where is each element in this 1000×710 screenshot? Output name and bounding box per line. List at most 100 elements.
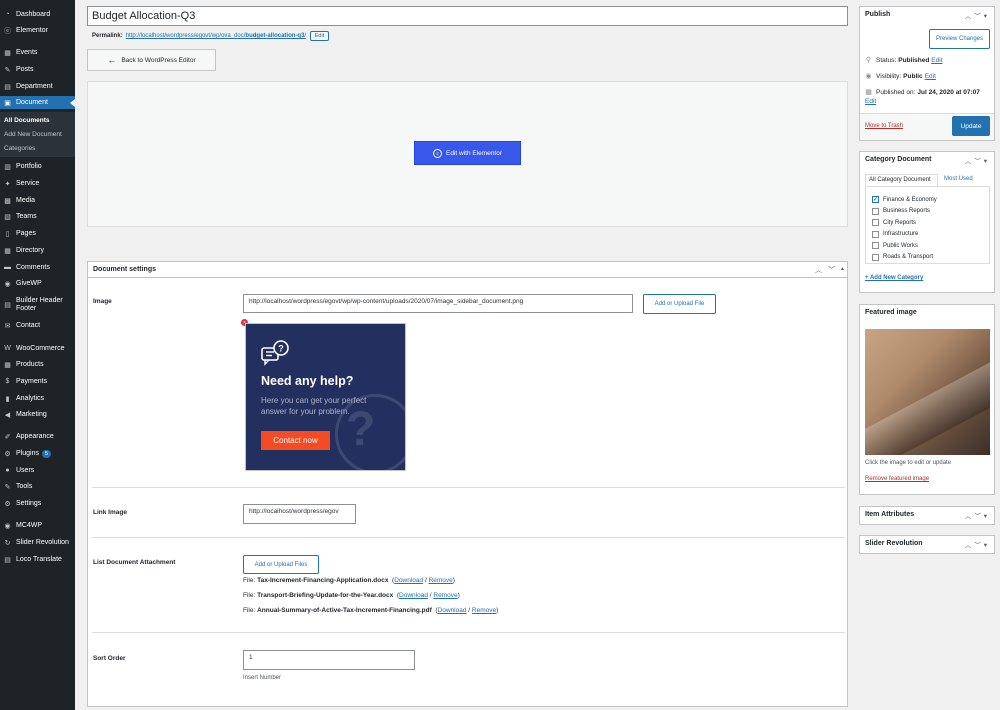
sidebar-item-settings[interactable]: ⚙ Settings [0,497,75,510]
preview-changes-button[interactable]: Preview Changes [929,29,990,49]
box-toggle-arrows-icon[interactable]: ︿﹀▾ [965,539,990,549]
sidebar-item-service[interactable]: ✦ Service [0,177,75,190]
box-toggle-arrows-icon[interactable]: ︿﹀▾ [965,510,990,520]
caret-up-icon[interactable]: ▲ [840,266,845,272]
sidebar-item-marketing[interactable]: ◀ Marketing [0,408,75,421]
marketing-icon: ◀ [4,411,11,419]
link-image-input[interactable]: http://localhost/wordpress/egov [243,504,356,524]
help-subtitle: Here you can get your perfect answer for… [261,396,367,416]
sidebar-item-comments[interactable]: ▬ Comments [0,261,75,274]
chevron-down-icon[interactable]: ﹀ [828,265,835,275]
sidebar-item-teams[interactable]: ▧ Teams [0,210,75,223]
edit-with-elementor-button[interactable]: ≡ Edit with Elementor [414,141,521,165]
download-link[interactable]: Download [394,577,423,584]
box-toggle-arrows-icon[interactable]: ︿﹀▾ [965,10,990,20]
submenu-categories[interactable]: Categories [4,145,35,152]
sidebar-item-givewp[interactable]: ◉ GiveWP [0,277,75,290]
checkbox[interactable] [872,242,879,249]
appearance-icon: ✐ [4,433,11,441]
sidebar-item-label: Service [16,179,40,187]
document-settings-header[interactable]: Document settings [88,262,847,278]
sidebar-item-department[interactable]: ▤ Department [0,80,75,93]
sidebar-item-mc4wp[interactable]: ◉ MC4WP [0,519,75,532]
sidebar-item-loco-translate[interactable]: ▤ Loco Translate [0,553,75,566]
sidebar-item-appearance[interactable]: ✐ Appearance [0,430,75,443]
givewp-icon: ◉ [4,280,11,288]
add-or-upload-files-button[interactable]: Add or Upload Files [243,555,319,574]
sidebar-item-portfolio[interactable]: ▥ Portfolio [0,160,75,173]
slider-revolution-icon: ↻ [4,539,11,547]
featured-image-thumbnail[interactable] [865,329,990,455]
edit-status-link[interactable]: Edit [931,57,942,64]
sidebar-item-pages[interactable]: ▯ Pages [0,227,75,240]
move-to-trash-link[interactable]: Move to Trash [865,123,903,129]
remove-link[interactable]: Remove [433,592,457,599]
sidebar-item-elementor[interactable]: ⓔ Elementor [0,24,75,37]
submenu-all-documents[interactable]: All Documents [4,117,50,124]
category-option[interactable]: Infrastructure [872,230,918,238]
add-new-category-link[interactable]: + Add New Category [865,275,923,281]
sidebar-item-label: Department [16,82,53,90]
featured-image-header[interactable]: Featured image [860,305,994,321]
arrow-left-icon: ← [107,55,117,65]
sidebar-item-woocommerce[interactable]: W WooCommerce [0,342,75,355]
category-option[interactable]: Public Works [872,242,918,249]
permalink-edit-button[interactable]: Edit [309,31,330,41]
service-icon: ✦ [4,180,11,188]
sidebar-item-products[interactable]: ▦ Products [0,358,75,371]
permalink-link[interactable]: http://localhost/wordpress/egovt/wp/ova_… [126,33,306,39]
category-option[interactable]: City Reports [872,219,916,226]
submenu-add-new-document[interactable]: Add New Document [4,131,62,138]
download-link[interactable]: Download [438,607,467,614]
contact-icon: ✉ [4,322,11,330]
back-to-wordpress-editor-button[interactable]: ← Back to WordPress Editor [87,49,216,71]
sidebar-item-label: Pages [16,229,36,237]
loco-translate-icon: ▤ [4,556,11,564]
remove-featured-image-link[interactable]: Remove featured image [865,476,929,482]
download-link[interactable]: Download [399,592,428,599]
image-url-input[interactable]: http://localhost/wordpress/egovt/wp/wp-c… [243,294,633,313]
chevron-up-icon[interactable]: ︿ [815,265,822,275]
category-option[interactable]: Business Reports [872,207,930,215]
update-button[interactable]: Update [952,116,990,136]
attachment-file-name: Tax-Increment-Financing-Application.docx [257,577,389,584]
sidebar-item-directory[interactable]: ▦ Directory [0,244,75,257]
link-image-label: Link Image [93,509,127,516]
checkbox[interactable] [872,219,879,226]
sidebar-item-plugins[interactable]: ⚙ Plugins 5 [0,447,75,460]
sidebar-item-label: Plugins [16,449,39,457]
edit-visibility-link[interactable]: Edit [925,73,936,80]
sidebar-item-slider-revolution[interactable]: ↻ Slider Revolution [0,536,75,549]
sidebar-item-events[interactable]: ▦ Events [0,46,75,59]
checkbox[interactable] [872,207,879,215]
checkbox[interactable] [872,253,879,261]
post-title-input[interactable] [87,6,848,26]
box-toggle-arrows-icon[interactable]: ︿﹀▾ [965,155,990,165]
tab-most-used[interactable]: Most Used [944,176,973,182]
tab-all-category-document[interactable]: All Category Document [865,174,938,186]
category-option[interactable]: Roads & Transport [872,253,933,261]
category-option-label: Finance & Economy [883,196,937,203]
sidebar-item-payments[interactable]: $ Payments [0,375,75,388]
help-title: Need any help? [261,374,354,388]
sidebar-item-users[interactable]: ● Users [0,464,75,477]
remove-link[interactable]: Remove [429,577,453,584]
edit-date-link[interactable]: Edit [865,98,876,105]
help-image-preview[interactable]: ? ? Need any help? Here you can get your… [245,323,406,471]
checkbox[interactable]: ✓ [872,196,879,203]
sidebar-item-dashboard[interactable]: ◔ Dashboard [0,8,75,21]
sidebar-item-analytics[interactable]: ▮ Analytics [0,392,75,405]
sidebar-item-contact[interactable]: ✉ Contact [0,319,75,332]
sidebar-item-media[interactable]: ▩ Media [0,194,75,207]
sidebar-item-posts[interactable]: ✎ Posts [0,63,75,76]
sidebar-item-builder-header[interactable]: ▤ Builder Header Footer [0,293,75,317]
sidebar-item-tools[interactable]: ✎ Tools [0,480,75,493]
sidebar-item-label: Payments [16,377,48,385]
sidebar-item-document[interactable]: ▣ Document [0,96,75,109]
sort-order-input[interactable]: 1 [243,650,415,670]
remove-link[interactable]: Remove [472,607,496,614]
checkbox[interactable] [872,230,879,238]
back-button-label: Back to WordPress Editor [121,56,196,64]
add-or-upload-file-button[interactable]: Add or Upload File [643,294,716,314]
category-option[interactable]: ✓ Finance & Economy [872,196,937,203]
